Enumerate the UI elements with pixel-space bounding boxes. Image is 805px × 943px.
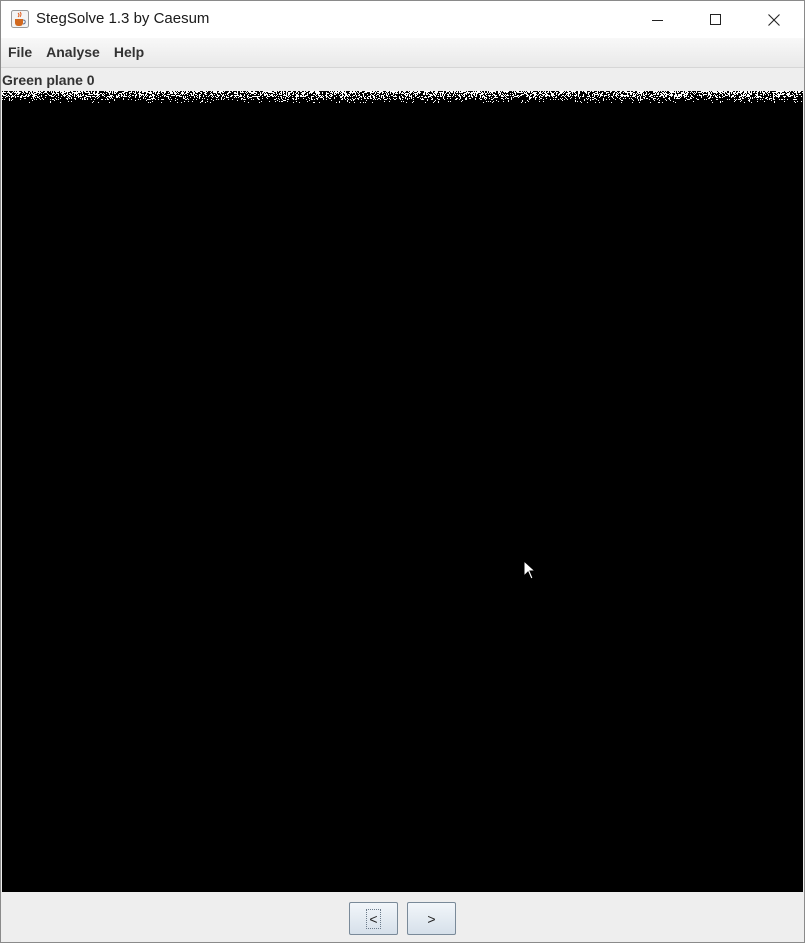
image-view	[2, 91, 803, 892]
close-button[interactable]	[751, 1, 797, 38]
bit-plane-noise-strip	[2, 91, 803, 103]
close-icon	[768, 13, 780, 26]
plane-label: Green plane 0	[2, 72, 95, 88]
previous-plane-button[interactable]: <	[349, 902, 398, 935]
menu-bar: File Analyse Help	[1, 38, 804, 68]
window-title: StegSolve 1.3 by Caesum	[36, 10, 210, 27]
menu-file[interactable]: File	[1, 38, 39, 67]
maximize-button[interactable]	[693, 1, 739, 38]
title-bar[interactable]: StegSolve 1.3 by Caesum	[1, 1, 804, 38]
stegsolve-window: StegSolve 1.3 by Caesum File Analyse Hel…	[0, 0, 805, 943]
minimize-button[interactable]	[635, 1, 681, 38]
next-label: >	[427, 910, 436, 927]
previous-label: <	[366, 908, 381, 929]
navigation-bar: < >	[1, 893, 804, 942]
maximize-icon	[710, 13, 721, 25]
minimize-icon	[652, 19, 663, 21]
java-cup-icon	[11, 10, 29, 28]
menu-help[interactable]: Help	[107, 38, 151, 67]
next-plane-button[interactable]: >	[407, 902, 456, 935]
menu-analyse[interactable]: Analyse	[39, 38, 107, 67]
mouse-cursor-icon	[523, 560, 537, 580]
